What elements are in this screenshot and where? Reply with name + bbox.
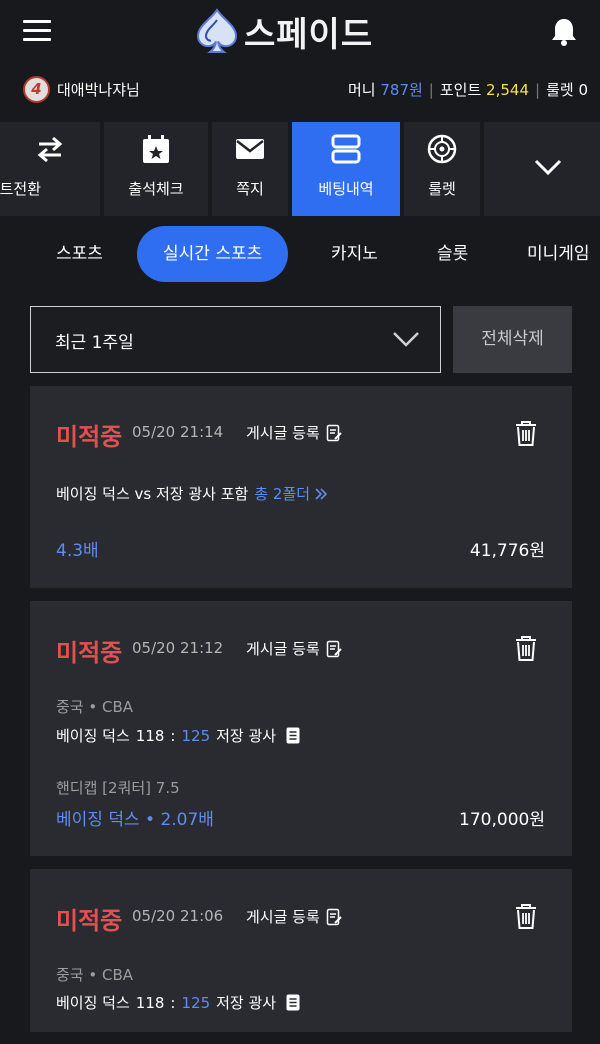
level-number: 4 [31,80,42,98]
user-info-bar: 4 대애박나쟈님 머니 787원 | 포인트 2,544 | 룰렛 0 [0,70,600,108]
home-score: 118 [135,993,165,1012]
match-line: 베이징 덕스 118 : 125 저장 광사 [56,725,300,746]
home-team: 베이징 덕스 [56,727,130,745]
away-team: 저장 광사 [216,994,277,1012]
bet-status: 미적중 [56,639,123,667]
top-header: 스페이드 [0,0,600,66]
bet-summary-text: 베이징 덕스 vs 저장 광사 포함 [56,485,249,503]
home-team: 베이징 덕스 [56,994,130,1012]
bet-time: 05/20 21:12 [132,639,224,657]
menu-item-attendance[interactable]: 출석체크 [104,122,208,216]
tab-sports[interactable]: 스포츠 [56,226,103,282]
menu-label: 포인트전환 [0,180,42,198]
away-score: 125 [181,993,211,1012]
trash-icon[interactable] [514,902,538,930]
league-label: 중국 • CBA [56,966,134,984]
bet-card: 미적중 05/20 21:14 게시글 등록 베이징 덕스 vs 저장 광사 포… [30,386,572,588]
match-line: 베이징 덕스 118 : 125 저장 광사 [56,992,300,1013]
market-label: 핸디캡 [2쿼터] 7.5 [56,779,180,797]
roulette-label: 룰렛 [546,81,574,99]
bet-time: 05/20 21:06 [132,907,224,925]
hamburger-menu-icon[interactable] [23,20,51,42]
edit-document-icon [326,908,342,925]
bell-icon[interactable] [549,16,579,48]
score-separator: : [170,726,176,745]
score-separator: : [170,993,176,1012]
quick-menu: 포인트전환 출석체크 쪽지 베팅내역 [0,122,600,216]
bet-card: 미적중 05/20 21:12 게시글 등록 중국 • CBA 베이징 덕스 1… [30,601,572,856]
swap-arrows-icon [37,136,63,163]
level-badge: 4 [23,76,50,103]
envelope-icon [236,139,264,159]
away-score: 125 [181,726,211,745]
menu-item-bet-history[interactable]: 베팅내역 [292,122,400,216]
chevron-down-icon [534,159,562,176]
tab-live-sports[interactable]: 실시간 스포츠 [137,226,289,282]
post-register-label: 게시글 등록 [246,908,320,926]
trash-icon[interactable] [514,419,538,447]
edit-document-icon [326,640,342,657]
document-icon[interactable] [286,727,300,744]
bet-time: 05/20 21:14 [132,423,224,441]
menu-label: 룰렛 [428,180,456,198]
calendar-star-icon [143,135,169,163]
period-select-value: 최근 1주일 [55,333,134,353]
balance-stats: 머니 787원 | 포인트 2,544 | 룰렛 0 [348,79,588,100]
logo-text: 스페이드 [244,14,374,55]
spade-logo-icon [196,8,238,53]
menu-label: 출석체크 [128,180,184,198]
folder-count-link[interactable]: 총 2폴더 [254,483,310,504]
bet-status: 미적중 [56,423,123,451]
menu-item-message[interactable]: 쪽지 [212,122,288,216]
bet-card: 미적중 05/20 21:06 게시글 등록 중국 • CBA 베이징 덕스 1… [30,869,572,1032]
roulette-value: 0 [578,81,588,99]
menu-label: 쪽지 [236,180,264,198]
menu-item-roulette[interactable]: 룰렛 [404,122,480,216]
post-register-label: 게시글 등록 [246,640,320,658]
double-chevron-right-icon[interactable] [314,487,328,501]
league-label: 중국 • CBA [56,698,134,716]
point-label: 포인트 [439,81,482,99]
money-label: 머니 [347,81,376,99]
bet-odds: 4.3배 [56,541,99,561]
list-rows-icon [331,134,361,164]
chevron-down-icon [393,332,419,347]
trash-icon[interactable] [514,634,538,662]
point-value: 2,544 [486,81,529,99]
username: 대애박나쟈님 [57,81,140,99]
menu-item-point-convert[interactable]: 포인트전환 [0,122,100,216]
tab-slot[interactable]: 슬롯 [437,226,468,282]
bet-status: 미적중 [56,907,123,935]
menu-label: 베팅내역 [318,180,374,198]
post-register-label: 게시글 등록 [246,424,320,442]
post-register-button[interactable]: 게시글 등록 [246,422,342,443]
delete-all-button[interactable]: 전체삭제 [453,306,572,373]
post-register-button[interactable]: 게시글 등록 [246,638,342,659]
edit-document-icon [326,424,342,441]
logo[interactable]: 스페이드 [196,6,373,56]
document-icon[interactable] [286,994,300,1011]
divider: | [428,81,434,99]
menu-expand-button[interactable] [504,122,600,216]
menu-divider-block [484,122,504,216]
tab-casino[interactable]: 카지노 [331,226,378,282]
money-value: 787원 [380,81,423,99]
bet-amount: 41,776원 [469,541,545,561]
away-team: 저장 광사 [216,727,277,745]
roulette-icon [427,134,457,164]
period-select[interactable]: 최근 1주일 [30,306,441,373]
divider: | [535,81,541,99]
bet-summary: 베이징 덕스 vs 저장 광사 포함 총 2폴더 [56,483,328,504]
category-tabs: 스포츠 실시간 스포츠 카지노 슬롯 미니게임 [0,226,600,284]
home-score: 118 [135,726,165,745]
post-register-button[interactable]: 게시글 등록 [246,906,342,927]
tab-minigame[interactable]: 미니게임 [527,226,590,282]
bet-pick: 베이징 덕스 • 2.07배 [56,810,214,830]
bet-amount: 170,000원 [459,810,545,830]
